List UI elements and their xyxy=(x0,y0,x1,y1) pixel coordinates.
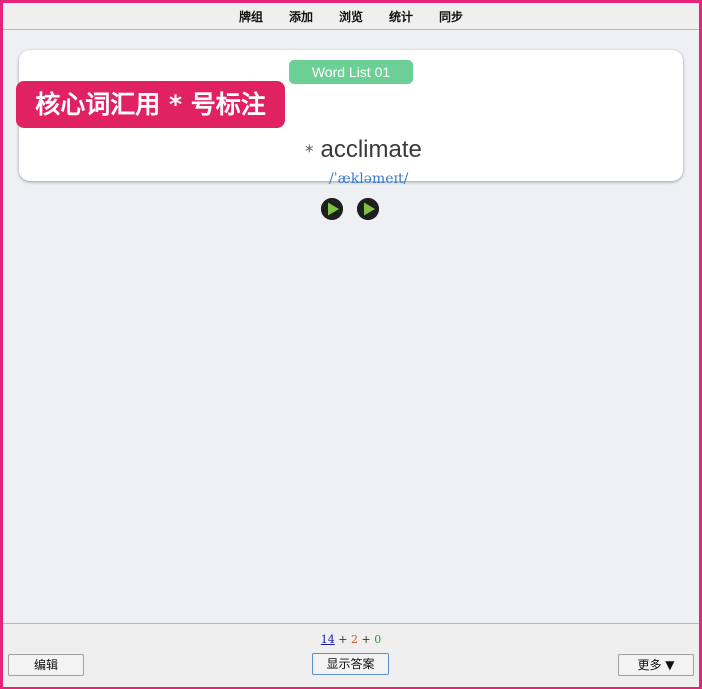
menu-sync[interactable]: 同步 xyxy=(439,8,463,25)
play-icon xyxy=(321,198,343,220)
play-audio-button-1[interactable] xyxy=(321,198,343,220)
menu-stats[interactable]: 统计 xyxy=(389,8,413,25)
learning-count: 2 xyxy=(351,633,358,646)
core-vocab-banner: 核心词汇用 * 号标注 xyxy=(16,81,285,128)
more-button[interactable]: 更多 ▼ xyxy=(618,654,694,676)
menu-decks[interactable]: 牌组 xyxy=(239,8,263,25)
bottom-bar: 14 + 2 + 0 编辑 显示答案 更多 ▼ xyxy=(3,623,699,687)
play-icon xyxy=(357,198,379,220)
card-word: acclimate xyxy=(320,136,422,163)
new-count[interactable]: 14 xyxy=(321,633,335,646)
core-word-mark: * xyxy=(305,142,314,162)
count-separator: + xyxy=(338,633,348,646)
review-counts: 14 + 2 + 0 xyxy=(3,633,699,646)
review-count: 0 xyxy=(374,633,382,646)
menu-add[interactable]: 添加 xyxy=(289,8,313,25)
edit-button[interactable]: 编辑 xyxy=(8,654,84,676)
word-row: * acclimate xyxy=(305,136,422,164)
count-separator: + xyxy=(361,633,371,646)
top-menu-bar: 牌组 添加 浏览 统计 同步 xyxy=(3,3,699,30)
app-window: 牌组 添加 浏览 统计 同步 Word List 01 * acclimate … xyxy=(3,3,699,687)
menu-browse[interactable]: 浏览 xyxy=(339,8,363,25)
play-audio-button-2[interactable] xyxy=(357,198,379,220)
deck-name-badge: Word List 01 xyxy=(289,60,413,84)
show-answer-button[interactable]: 显示答案 xyxy=(312,653,389,675)
card-phonetic: /ˈækləmeɪt/ xyxy=(329,171,409,187)
